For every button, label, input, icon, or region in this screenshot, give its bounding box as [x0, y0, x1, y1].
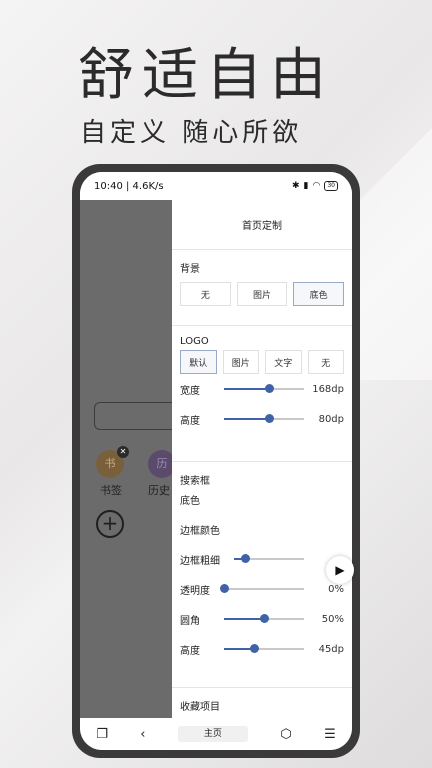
logo-width-slider[interactable]	[224, 384, 304, 393]
favorites-section: 收藏项目	[172, 688, 352, 713]
customize-panel: 首页定制 背景 无 图片 底色 LOGO 默认 图片 文字 无 宽度 168dp…	[172, 200, 352, 718]
play-icon[interactable]: ▶	[326, 556, 354, 584]
bookmark-shortcut[interactable]: 书 ✕ 书签	[96, 446, 129, 498]
logo-option-text[interactable]: 文字	[265, 350, 302, 374]
background-label: 背景	[180, 264, 200, 275]
logo-height-label: 高度	[180, 415, 200, 427]
signal-icon: ▮	[303, 181, 309, 191]
opacity-label: 透明度	[180, 585, 210, 597]
background-section: 背景 无 图片 底色	[172, 250, 352, 326]
close-icon[interactable]: ✕	[117, 446, 129, 458]
phone-frame: 10:40 | 4.6K/s ✱ ▮ ◠ 30 书 ✕ 书签 历 历史 + 首页…	[72, 164, 360, 758]
tabs-icon[interactable]: ❐	[96, 727, 108, 742]
home-hexagon-icon[interactable]: ⬡	[280, 727, 291, 742]
bottom-nav-bar: ❐ ‹ 主页 ⬡ ☰	[80, 718, 352, 750]
favorites-label: 收藏项目	[180, 702, 220, 713]
battery-icon: 30	[324, 181, 338, 191]
radius-label: 圆角	[180, 615, 200, 627]
radius-slider[interactable]	[224, 614, 304, 623]
logo-label: LOGO	[180, 336, 209, 347]
promo-headline: 舒适自由	[78, 43, 334, 108]
phone-screen: 10:40 | 4.6K/s ✱ ▮ ◠ 30 书 ✕ 书签 历 历史 + 首页…	[80, 172, 352, 750]
status-icons: ✱ ▮ ◠ 30	[292, 181, 338, 191]
searchbox-section: 搜索框 底色 边框颜色 边框粗细 透明度 0% 圆角 50% 高度 45dp	[172, 462, 352, 688]
panel-title: 首页定制	[172, 200, 352, 250]
searchbox-bg-color-row[interactable]: 底色	[180, 484, 344, 514]
searchbox-height-value: 45dp	[318, 643, 344, 655]
searchbox-height-row: 高度 45dp	[180, 634, 344, 664]
background-option-image[interactable]: 图片	[236, 282, 288, 306]
status-time: 10:40 | 4.6K/s	[94, 180, 164, 192]
logo-height-row: 高度 80dp	[180, 404, 344, 434]
logo-section: LOGO 默认 图片 文字 无 宽度 168dp 高度 80dp	[172, 326, 352, 462]
add-shortcut-button[interactable]: +	[96, 510, 124, 538]
menu-icon[interactable]: ☰	[324, 727, 336, 742]
logo-height-value: 80dp	[318, 413, 344, 425]
searchbox-label: 搜索框	[180, 476, 210, 487]
opacity-row: 透明度 0%	[180, 574, 344, 604]
logo-width-value: 168dp	[312, 383, 344, 395]
status-bar: 10:40 | 4.6K/s ✱ ▮ ◠ 30	[80, 172, 352, 200]
logo-option-none[interactable]: 无	[307, 350, 344, 374]
bookmark-label: 书签	[100, 484, 122, 497]
background-option-color[interactable]: 底色	[293, 282, 345, 306]
promo-subline: 自定义 随心所欲	[80, 118, 303, 148]
border-width-slider[interactable]	[234, 554, 304, 563]
opacity-value: 0%	[328, 583, 344, 595]
wifi-icon: ◠	[312, 181, 321, 191]
opacity-slider[interactable]	[220, 584, 304, 593]
border-width-label: 边框粗细	[180, 555, 220, 567]
radius-row: 圆角 50%	[180, 604, 344, 634]
bluetooth-icon: ✱	[292, 181, 300, 191]
back-icon[interactable]: ‹	[140, 727, 145, 742]
radius-value: 50%	[321, 613, 344, 625]
logo-height-slider[interactable]	[224, 414, 304, 423]
border-width-row: 边框粗细	[180, 544, 344, 574]
logo-width-row: 宽度 168dp	[180, 374, 344, 404]
background-option-none[interactable]: 无	[180, 282, 231, 306]
searchbox-height-slider[interactable]	[224, 644, 304, 653]
searchbox-border-color-row[interactable]: 边框颜色	[180, 514, 344, 544]
home-button[interactable]: 主页	[177, 726, 248, 742]
logo-option-image[interactable]: 图片	[222, 350, 259, 374]
logo-width-label: 宽度	[180, 385, 200, 397]
searchbox-height-label: 高度	[180, 645, 200, 657]
logo-option-default[interactable]: 默认	[180, 350, 217, 374]
